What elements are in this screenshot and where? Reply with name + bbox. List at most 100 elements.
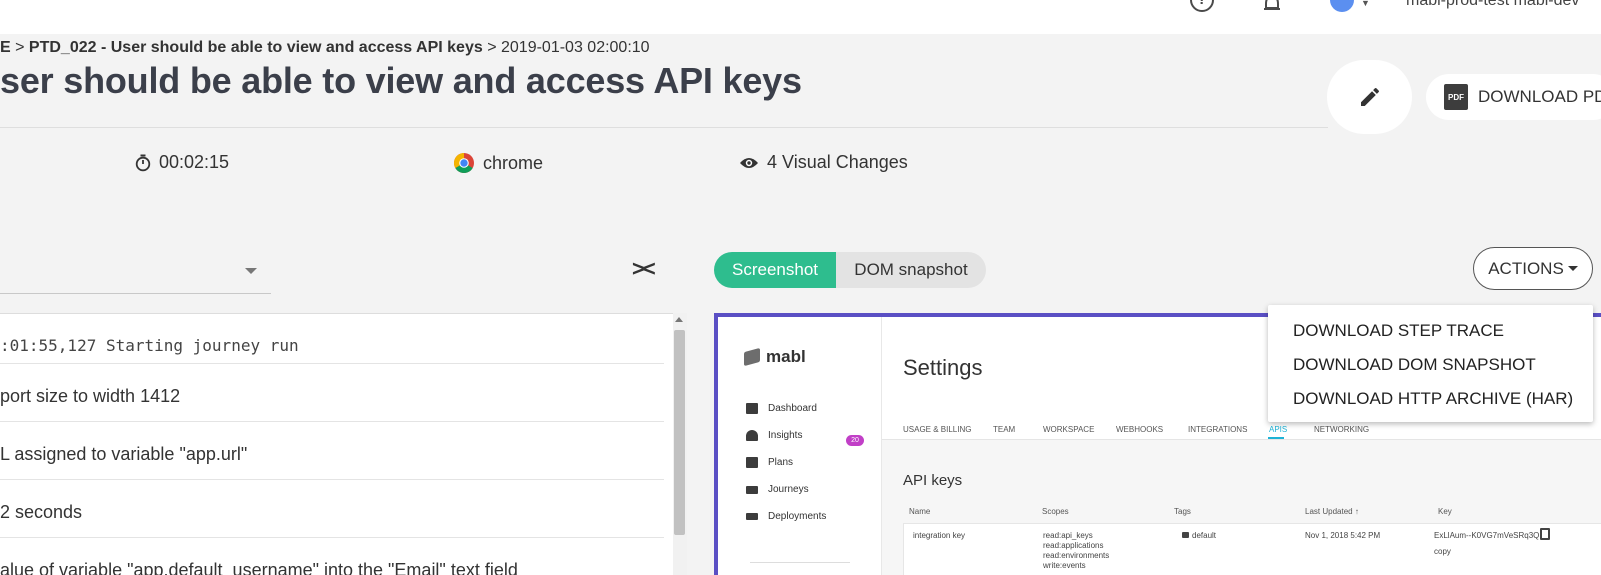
api-keys-title: API keys: [903, 472, 963, 489]
key-scope: read:environments: [1043, 551, 1110, 560]
key-copy-link: copy: [1434, 547, 1451, 556]
sidebar-item-journeys: Journeys: [746, 484, 809, 495]
column-header: Key: [1438, 507, 1452, 516]
tag-label: default: [1192, 531, 1217, 540]
user-name[interactable]: mabl-prod-test mabl-dev: [1406, 0, 1579, 10]
key-scope: write:events: [1043, 561, 1086, 570]
copy-icon: [1540, 528, 1550, 540]
key-name: integration key: [913, 531, 966, 540]
breadcrumb: E > PTD_022 - User should be able to vie…: [0, 39, 650, 57]
plane-icon: [746, 513, 758, 520]
sidebar-item-deployments: Deployments: [746, 511, 826, 522]
log-line-text: port size to width 1412: [0, 386, 181, 406]
list-icon: [746, 485, 758, 494]
column-header: Last Updated ↑: [1305, 507, 1359, 516]
menu-item-download-step-trace[interactable]: DOWNLOAD STEP TRACE: [1293, 321, 1504, 341]
scroll-up-arrow-icon[interactable]: [675, 317, 683, 322]
browser-meta: chrome: [453, 152, 543, 174]
run-header: E > PTD_022 - User should be able to vie…: [0, 34, 1601, 227]
pencil-icon: [1360, 87, 1379, 106]
menu-item-download-dom-snapshot[interactable]: DOWNLOAD DOM SNAPSHOT: [1293, 355, 1536, 375]
page-title: ser should be able to view and access AP…: [0, 60, 802, 101]
chrome-icon: [453, 152, 475, 174]
log-line[interactable]: port size to width 1412: [0, 372, 664, 422]
caret-down-icon: [1567, 266, 1578, 271]
sidebar-item-label: Deployments: [768, 511, 827, 522]
breadcrumb-separator: >: [15, 39, 25, 56]
calendar-icon: [746, 457, 758, 468]
menu-item-download-har[interactable]: DOWNLOAD HTTP ARCHIVE (HAR): [1293, 389, 1573, 409]
sidebar-item-label: Insights: [768, 430, 803, 441]
chevron-down-icon[interactable]: ▼: [1361, 0, 1370, 8]
column-header: Tags: [1174, 507, 1191, 516]
top-bar: ? ▼ mabl-prod-test mabl-dev: [0, 0, 1601, 34]
step-log: :01:55,127 Starting journey run port siz…: [0, 313, 686, 575]
visual-changes-meta[interactable]: 4 Visual Changes: [739, 152, 908, 173]
settings-tab-active: APIS: [1269, 425, 1288, 434]
log-line[interactable]: L assigned to variable "app.url": [0, 430, 664, 480]
bell-icon: [746, 430, 758, 441]
sidebar-item-label: Journeys: [768, 484, 809, 495]
duration-value: 00:02:15: [159, 152, 230, 172]
tab-dom-snapshot[interactable]: DOM snapshot: [836, 252, 986, 288]
bell-icon[interactable]: [1262, 0, 1282, 14]
dashboard-icon: [746, 403, 758, 414]
settings-tab: WORKSPACE: [1043, 425, 1095, 434]
settings-tab: NETWORKING: [1314, 425, 1370, 434]
tab-underline: [1268, 437, 1284, 439]
pdf-icon: PDF: [1444, 84, 1468, 110]
column-header: Name: [909, 507, 931, 516]
download-pdf-label: DOWNLOAD PD: [1478, 87, 1601, 106]
key-tag: default: [1182, 531, 1216, 541]
help-icon[interactable]: ?: [1190, 0, 1214, 12]
duration-meta: 00:02:15: [135, 152, 229, 173]
log-line[interactable]: 2 seconds: [0, 488, 664, 538]
settings-tab: WEBHOOKS: [1116, 425, 1164, 434]
actions-label: ACTIONS: [1488, 258, 1564, 278]
mabl-cube-icon: [744, 347, 760, 367]
breadcrumb-run-time: 2019-01-03 02:00:10: [501, 39, 650, 56]
logo-text: mabl: [766, 347, 806, 366]
log-line-text: L assigned to variable "app.url": [0, 444, 248, 464]
key-value: ExLlAum--K0VG7mVeSRq3Q: [1434, 531, 1540, 540]
step-filter-select[interactable]: [0, 246, 271, 294]
log-line-text: 2 seconds: [0, 502, 83, 522]
settings-title: Settings: [903, 355, 983, 380]
dropdown-arrow-icon[interactable]: [245, 268, 257, 274]
collapse-panels-icon[interactable]: ><: [632, 256, 656, 282]
sidebar-item-plans: Plans: [746, 457, 793, 468]
sidebar-item-insights: Insights: [746, 430, 802, 441]
sidebar-item-label: Plans: [768, 457, 794, 468]
log-line-text: :01:55,127 Starting journey run: [0, 336, 299, 355]
avatar[interactable]: [1330, 0, 1354, 12]
breadcrumb-plan[interactable]: E: [0, 39, 11, 56]
browser-value: chrome: [483, 152, 544, 173]
settings-tab: USAGE & BILLING: [903, 425, 972, 434]
tab-screenshot[interactable]: Screenshot: [714, 252, 836, 288]
stopwatch-icon: [135, 154, 151, 172]
insights-badge: 20: [846, 435, 864, 446]
edit-button[interactable]: [1327, 60, 1412, 134]
scrollbar-thumb[interactable]: [674, 330, 685, 535]
actions-menu: DOWNLOAD STEP TRACE DOWNLOAD DOM SNAPSHO…: [1268, 305, 1593, 422]
eye-icon: [739, 156, 759, 170]
actions-button[interactable]: ACTIONS: [1473, 247, 1593, 290]
key-scope: read:api_keys: [1043, 531, 1093, 540]
column-header: Scopes: [1042, 507, 1069, 516]
divider: [750, 562, 850, 563]
log-line-text: alue of variable "app.default_username" …: [0, 560, 518, 575]
breadcrumb-journey[interactable]: PTD_022 - User should be able to view an…: [29, 39, 483, 56]
breadcrumb-separator: >: [487, 39, 497, 56]
mabl-logo: mabl: [744, 347, 806, 367]
tag-icon: [1182, 532, 1189, 538]
sidebar-item-label: Dashboard: [768, 403, 817, 414]
log-line[interactable]: :01:55,127 Starting journey run: [0, 314, 664, 364]
log-line[interactable]: alue of variable "app.default_username" …: [0, 546, 664, 575]
divider: [0, 127, 1328, 128]
download-pdf-button[interactable]: PDF DOWNLOAD PD: [1426, 74, 1601, 120]
key-updated: Nov 1, 2018 5:42 PM: [1305, 531, 1381, 540]
sidebar-item-dashboard: Dashboard: [746, 403, 817, 414]
settings-tab: TEAM: [993, 425, 1016, 434]
settings-tab: INTEGRATIONS: [1188, 425, 1248, 434]
visual-changes-value: 4 Visual Changes: [767, 152, 908, 172]
